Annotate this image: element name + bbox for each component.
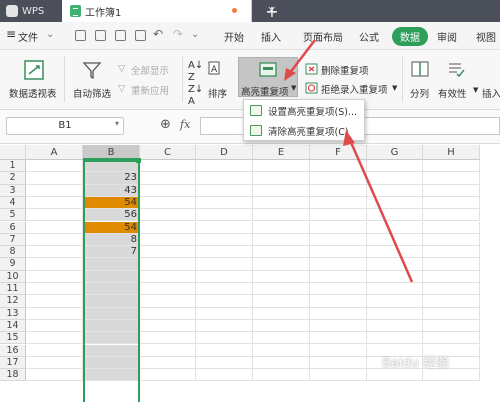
red-arrow-to-clear-item	[343, 130, 414, 283]
annotation-overlay	[284, 39, 414, 283]
red-arrow-to-ribbon	[284, 39, 316, 81]
watermark-text: Baidu 经验	[382, 356, 450, 371]
